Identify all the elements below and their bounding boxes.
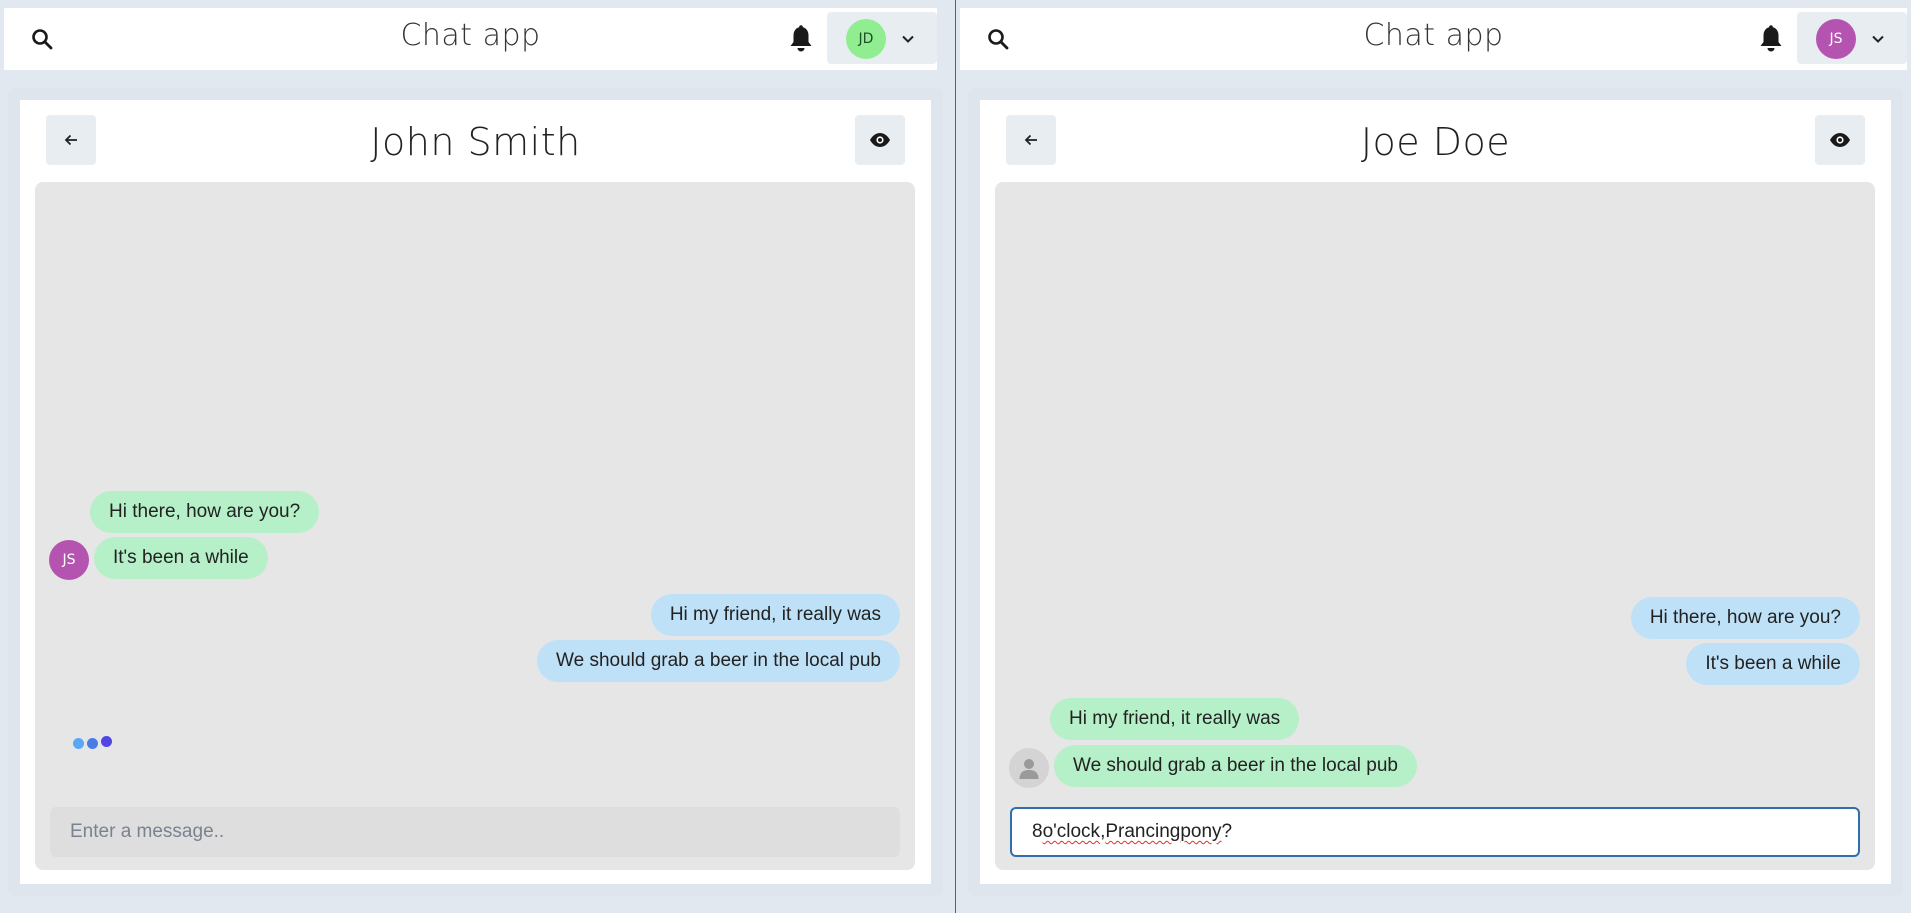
message-bubble: Hi there, how are you? xyxy=(1630,597,1860,639)
top-bar: Chat app JD xyxy=(4,8,937,70)
bell-icon[interactable] xyxy=(1757,24,1785,54)
chevron-down-icon xyxy=(901,31,915,45)
chat-window-left: Chat app JD John Smith Hi there, how are… xyxy=(0,0,955,913)
view-button[interactable] xyxy=(855,115,905,165)
chat-title: John Smith xyxy=(370,120,581,164)
conversation-card: Joe Doe Hi there, how are you? It's been… xyxy=(968,88,1903,896)
chevron-down-icon xyxy=(1871,31,1885,45)
message-input[interactable]: 8 o'clock, Prancing pony? xyxy=(1010,807,1860,857)
user-avatar: JS xyxy=(1816,19,1856,59)
message-bubble: Hi there, how are you? xyxy=(90,491,320,533)
user-menu-button[interactable]: JS xyxy=(1797,12,1907,64)
conversation-panel: Joe Doe Hi there, how are you? It's been… xyxy=(980,100,1891,884)
bell-icon[interactable] xyxy=(787,24,815,54)
chat-window-right: Chat app JS Joe Doe Hi there, how are yo… xyxy=(956,0,1911,913)
message-bubble: We should grab a beer in the local pub xyxy=(1054,745,1417,787)
message-list: Hi there, how are you? It's been a while… xyxy=(995,182,1875,870)
conversation-card: John Smith Hi there, how are you? JS It'… xyxy=(8,88,943,896)
message-bubble: Hi my friend, it really was xyxy=(1050,698,1300,740)
message-bubble: Hi my friend, it really was xyxy=(650,594,900,636)
conversation-panel: John Smith Hi there, how are you? JS It'… xyxy=(20,100,931,884)
message-list: Hi there, how are you? JS It's been a wh… xyxy=(35,182,915,870)
view-button[interactable] xyxy=(1815,115,1865,165)
message-input[interactable]: Enter a message.. xyxy=(50,807,900,857)
user-menu-button[interactable]: JD xyxy=(827,12,937,64)
contact-avatar: JS xyxy=(49,540,89,580)
user-avatar: JD xyxy=(846,19,886,59)
message-bubble: It's been a while xyxy=(1686,643,1860,685)
eye-icon xyxy=(1830,133,1850,147)
chat-title: Joe Doe xyxy=(1360,120,1511,164)
message-bubble: We should grab a beer in the local pub xyxy=(537,640,900,682)
top-bar: Chat app JS xyxy=(960,8,1907,70)
contact-avatar xyxy=(1009,748,1049,788)
typing-indicator xyxy=(73,735,123,751)
eye-icon xyxy=(870,133,890,147)
message-bubble: It's been a while xyxy=(94,537,268,579)
person-icon xyxy=(1019,759,1039,779)
